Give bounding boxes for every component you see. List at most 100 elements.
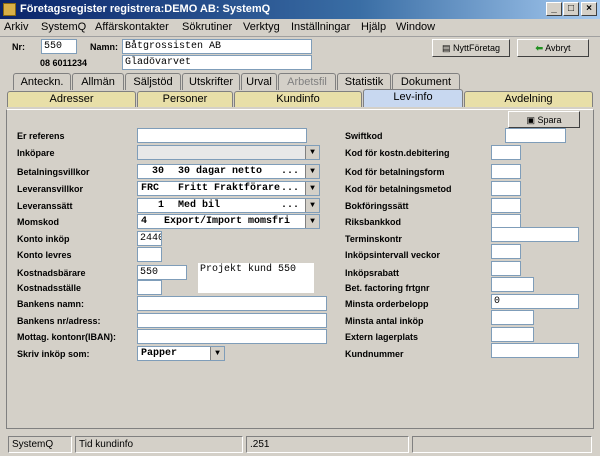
bokforingssatt-field[interactable]: [491, 198, 521, 213]
leveranssatt-select[interactable]: 1 Med bil... ▼: [137, 198, 320, 213]
extern-lager-field[interactable]: [491, 327, 534, 342]
minsta-antal-label: Minsta antal inköp: [345, 316, 424, 326]
tab-utskrifter[interactable]: Utskrifter: [182, 73, 240, 90]
chevron-down-icon: ▼: [305, 215, 319, 228]
tab-anteckn[interactable]: Anteckn.: [13, 73, 71, 90]
riksbankkod-label: Riksbankkod: [345, 217, 402, 227]
title-bar: Företagsregister registrera:DEMO AB: Sys…: [0, 0, 600, 19]
tab-adresser[interactable]: Adresser: [7, 91, 136, 107]
status-bar: SystemQ Tid kundinfo .251: [0, 434, 600, 456]
tab-saljstod[interactable]: Säljstöd: [125, 73, 181, 90]
window-title: Företagsregister registrera:DEMO AB: Sys…: [20, 3, 271, 15]
inkopare-select[interactable]: ▼: [137, 145, 320, 160]
status-empty: [412, 436, 592, 453]
nr-label: Nr:: [12, 42, 25, 52]
menu-hjalp[interactable]: Hjälp: [361, 21, 386, 33]
save-button[interactable]: ▣ Spara: [508, 111, 580, 128]
mottag-field[interactable]: [137, 329, 327, 344]
leveransvillkor-select[interactable]: FRC Fritt Fraktförare... ▼: [137, 181, 320, 196]
close-button[interactable]: ×: [581, 2, 597, 16]
er-referens-field[interactable]: [137, 128, 307, 143]
kundnummer-field[interactable]: [491, 343, 579, 358]
maximize-button[interactable]: □: [563, 2, 579, 16]
tab-personer[interactable]: Personer: [137, 91, 233, 107]
bokforingssatt-label: Bokföringssätt: [345, 201, 409, 211]
projekt-text: Projekt kund 550: [198, 263, 314, 293]
momskod-select[interactable]: 4 Export/Import momsfri ▼: [137, 214, 320, 229]
konto-inkop-label: Konto inköp: [17, 234, 70, 244]
bankens-namn-field[interactable]: [137, 296, 327, 311]
minsta-order-field[interactable]: 0: [491, 294, 579, 309]
kod-betform-field[interactable]: [491, 164, 521, 179]
inkopsintervall-label: Inköpsintervall veckor: [345, 250, 441, 260]
namn-label: Namn:: [90, 42, 119, 52]
kostnadsstalle-field[interactable]: [137, 280, 162, 295]
menu-verktyg[interactable]: Verktyg: [243, 21, 280, 33]
kostnadsbarare-field[interactable]: 550: [137, 265, 187, 280]
menu-systemq[interactable]: SystemQ: [41, 21, 86, 33]
floppy-icon: ▣: [526, 115, 535, 125]
kostnadsstalle-label: Kostnadsställe: [17, 283, 82, 293]
tab-urval[interactable]: Urval: [241, 73, 277, 90]
menu-arkiv[interactable]: Arkiv: [4, 21, 28, 33]
kod-debitering-field[interactable]: [491, 145, 521, 160]
cancel-button[interactable]: ⬅ Avbryt: [517, 39, 589, 57]
skriv-select[interactable]: Papper ▼: [137, 346, 225, 361]
arrow-left-icon: ⬅: [535, 43, 544, 53]
menu-sokrutiner[interactable]: Sökrutiner: [182, 21, 232, 33]
konto-levres-label: Konto levres: [17, 250, 72, 260]
chevron-down-icon: ▼: [305, 165, 319, 178]
menu-bar: Arkiv SystemQ Affärskontakter Sökrutiner…: [0, 19, 600, 37]
betalningsvillkor-label: Betalningsvillkor: [17, 167, 90, 177]
leveranssatt-label: Leveranssätt: [17, 201, 73, 211]
menu-window[interactable]: Window: [396, 21, 435, 33]
swiftkod-label: Swiftkod: [345, 131, 383, 141]
kostnadsbarare-label: Kostnadsbärare: [17, 268, 86, 278]
betalningsvillkor-select[interactable]: 30 30 dagar netto... ▼: [137, 164, 320, 179]
terminskontr-label: Terminskontr: [345, 234, 402, 244]
status-info: Tid kundinfo: [75, 436, 243, 453]
kod-betmetod-field[interactable]: [491, 181, 521, 196]
kod-betmetod-label: Kod för betalningsmetod: [345, 184, 452, 194]
leveransvillkor-label: Leveransvillkor: [17, 184, 84, 194]
bet-factoring-label: Bet. factoring frtgnr: [345, 283, 430, 293]
momskod-label: Momskod: [17, 217, 60, 227]
kod-debitering-label: Kod för kostn.debitering: [345, 148, 450, 158]
tab-statistik[interactable]: Statistik: [337, 73, 391, 90]
tab-allman[interactable]: Allmän: [72, 73, 124, 90]
menu-affarskontakter[interactable]: Affärskontakter: [95, 21, 169, 33]
new-company-icon: ▤: [441, 43, 451, 53]
mottag-label: Mottag. kontonr(IBAN):: [17, 332, 116, 342]
konto-levres-field[interactable]: [137, 247, 162, 262]
extern-lager-label: Extern lagerplats: [345, 332, 419, 342]
tab-lev-info[interactable]: Lev-info: [363, 89, 463, 107]
terminskontr-field[interactable]: [491, 227, 579, 242]
konto-inkop-field[interactable]: 2440: [137, 231, 162, 246]
chevron-down-icon: ▼: [305, 146, 319, 159]
nr-field[interactable]: 550: [41, 39, 77, 54]
swiftkod-field[interactable]: [505, 128, 566, 143]
minsta-antal-field[interactable]: [491, 310, 534, 325]
tab-avdelning[interactable]: Avdelning: [464, 91, 593, 107]
tab-dokument[interactable]: Dokument: [392, 73, 460, 90]
inkopsintervall-field[interactable]: [491, 244, 521, 259]
namn2-field[interactable]: Gladövarvet: [122, 55, 312, 70]
inkopsrabatt-field[interactable]: [491, 261, 521, 276]
chevron-down-icon: ▼: [305, 182, 319, 195]
menu-installningar[interactable]: Inställningar: [291, 21, 350, 33]
new-company-button[interactable]: ▤ NyttFöretag: [432, 39, 510, 57]
inkopsrabatt-label: Inköpsrabatt: [345, 268, 400, 278]
header-panel: Nr: 550 Namn: Båtgrossisten AB 08 601123…: [0, 37, 600, 71]
minimize-button[interactable]: _: [546, 2, 562, 16]
namn-field[interactable]: Båtgrossisten AB: [122, 39, 312, 54]
kod-betform-label: Kod för betalningsform: [345, 167, 445, 177]
app-icon: [3, 3, 16, 16]
er-referens-label: Er referens: [17, 131, 65, 141]
bet-factoring-field[interactable]: [491, 277, 534, 292]
tab-kundinfo[interactable]: Kundinfo: [234, 91, 362, 107]
status-code: .251: [246, 436, 409, 453]
minsta-order-label: Minsta orderbelopp: [345, 299, 429, 309]
status-app: SystemQ: [8, 436, 72, 453]
bankens-nr-field[interactable]: [137, 313, 327, 328]
bankens-nr-label: Bankens nr/adress:: [17, 316, 101, 326]
